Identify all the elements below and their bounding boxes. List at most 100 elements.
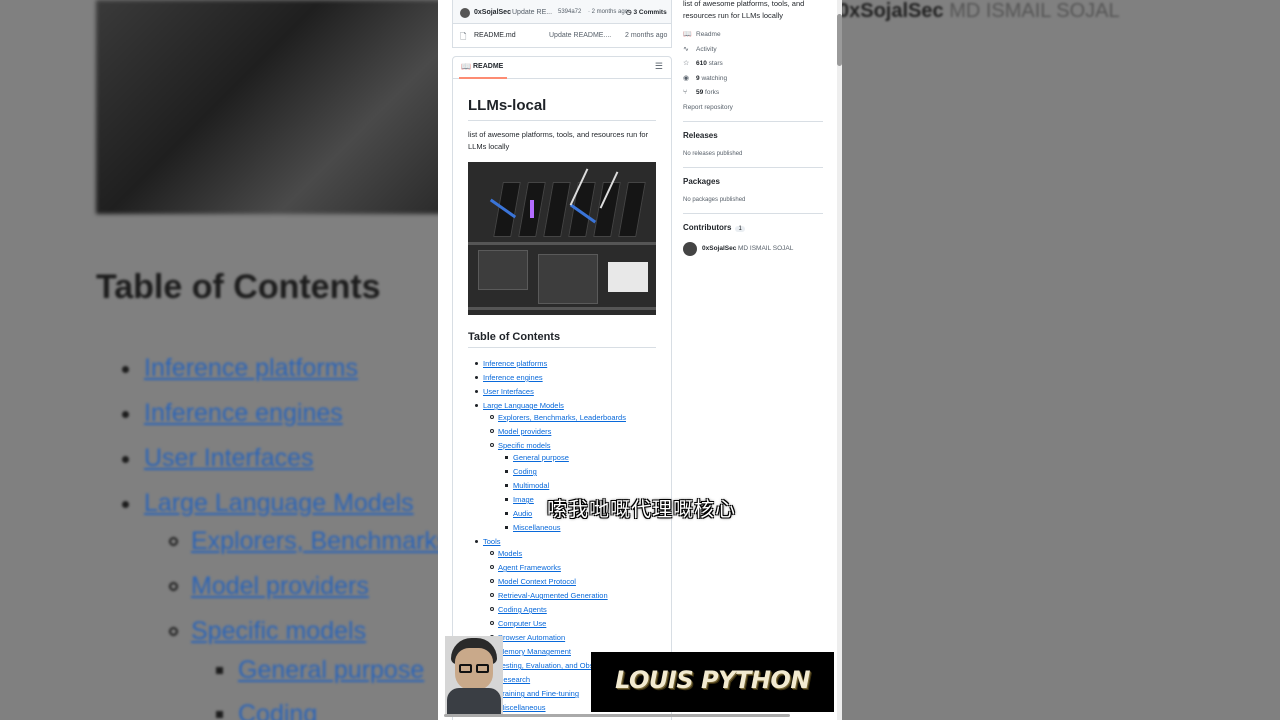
video-subtitle: 嗦我哋嘅代理嘅核心	[547, 497, 736, 521]
commit-avatar[interactable]	[460, 8, 470, 18]
contributor-username[interactable]: 0xSojalSec	[702, 245, 736, 252]
history-icon: ◷	[626, 9, 632, 16]
watching-link[interactable]: ◉ 9 watching	[683, 74, 727, 82]
presenter-avatar	[445, 636, 503, 714]
toc-link[interactable]: Coding	[505, 467, 537, 476]
toc-link-label: Image	[513, 495, 534, 504]
toc-link[interactable]: Inference platforms	[475, 359, 547, 368]
book-icon: 📖	[683, 31, 692, 38]
forks-link[interactable]: ⑂ 59 forks	[683, 89, 719, 96]
toc-link-label: Large Language Models	[483, 401, 564, 410]
toc-link[interactable]: Retrieval-Augmented Generation	[490, 591, 608, 600]
backdrop-item: Explorers, Benchmarks,	[169, 527, 456, 556]
toc-link-label: Multimodal	[513, 481, 550, 490]
stars-link[interactable]: ☆ 610 stars	[683, 59, 723, 67]
backdrop-owner-name: MD ISMAIL SOJAL	[949, 0, 1120, 22]
commit-author[interactable]: 0xSojalSec	[474, 9, 511, 16]
readme-tab-bar: 📖 README ☰	[453, 57, 671, 79]
backdrop-item: Large Language Models	[122, 489, 414, 518]
contributor-avatar[interactable]	[683, 242, 697, 256]
rack-shelf	[468, 242, 656, 245]
releases-heading[interactable]: Releases	[683, 131, 718, 140]
toc-link[interactable]: Coding Agents	[490, 605, 547, 614]
toc-link[interactable]: Audio	[505, 509, 532, 518]
toc-link-label: Training and Fine-tuning	[498, 689, 580, 698]
divider	[468, 347, 656, 348]
toc-link[interactable]: User Interfaces	[475, 387, 534, 396]
toc-link-label: Testing, Evaluation, and Obs	[498, 661, 594, 670]
commit-time: · 2 months ago	[588, 9, 629, 15]
toc-link-label: User Interfaces	[483, 387, 534, 396]
toc-link[interactable]: Agent Frameworks	[490, 563, 561, 572]
activity-link[interactable]: ∿ Activity	[683, 45, 717, 53]
commit-hash[interactable]: 5394a72	[558, 9, 581, 15]
toc-link[interactable]: General purpose	[505, 453, 569, 462]
pulse-icon: ∿	[683, 46, 689, 53]
scrollbar-thumb[interactable]	[837, 14, 842, 66]
divider	[468, 120, 656, 121]
power-supply	[608, 262, 648, 292]
fork-icon: ⑂	[683, 89, 688, 96]
toc-link[interactable]: Browser Automation	[490, 633, 566, 642]
toc-link[interactable]: Miscellaneous	[505, 523, 561, 532]
backdrop-photo	[96, 0, 446, 214]
tab-underline	[459, 77, 507, 79]
contributor-fullname: MD ISMAIL SOJAL	[738, 245, 794, 252]
readme-image[interactable]	[468, 162, 656, 315]
toc-link-label: Agent Frameworks	[498, 563, 561, 572]
stars-label: stars	[708, 60, 723, 67]
toc-link[interactable]: Computer Use	[490, 619, 546, 628]
toc-link-label: Browser Automation	[498, 633, 566, 642]
star-icon: ☆	[683, 60, 690, 67]
power-supply	[538, 254, 598, 304]
backdrop-item: General purpose	[216, 656, 425, 685]
packages-heading[interactable]: Packages	[683, 177, 720, 186]
toc-link[interactable]: Image	[505, 495, 534, 504]
backdrop-item: Coding	[216, 700, 317, 720]
file-row[interactable]: 🗋 README.md Update README.... 2 months a…	[452, 24, 672, 48]
packages-empty: No packages published	[683, 197, 746, 203]
backdrop-item-label: Inference platforms	[144, 354, 358, 382]
vertical-scrollbar[interactable]	[837, 0, 842, 720]
github-repo-page: 0xSojalSec Update RE... 5394a72 · 2 mont…	[438, 0, 842, 720]
avatar-body	[447, 688, 501, 714]
file-commit-message[interactable]: Update README....	[549, 32, 611, 39]
toc-link[interactable]: Models	[490, 549, 522, 558]
channel-logo-text: LOUIS PYTHON	[615, 666, 810, 694]
power-supply	[478, 250, 528, 290]
readme-link[interactable]: 📖 Readme	[683, 30, 721, 38]
commit-message[interactable]: Update RE...	[512, 9, 552, 16]
toc-link[interactable]: Model Context Protocol	[490, 577, 576, 586]
backdrop-item: Model providers	[169, 572, 369, 601]
toc-link[interactable]: Memory Management	[490, 647, 571, 656]
readme-link-label: Readme	[696, 31, 721, 38]
toc-link[interactable]: Large Language Models	[475, 401, 564, 410]
backdrop-item-label: User Interfaces	[144, 444, 314, 472]
horizontal-scrollbar[interactable]	[444, 714, 790, 717]
outline-icon[interactable]: ☰	[655, 61, 663, 72]
file-name[interactable]: README.md	[474, 32, 516, 39]
report-repository-link[interactable]: Report repository	[683, 104, 733, 111]
toc-link[interactable]: Multimodal	[505, 481, 550, 490]
toc-link-label: Explorers, Benchmarks, Leaderboards	[498, 413, 626, 422]
toc-link[interactable]: Model providers	[490, 427, 551, 436]
tab-readme[interactable]: README	[473, 63, 503, 70]
toc-link[interactable]: Tools	[475, 537, 501, 546]
toc-link[interactable]: Testing, Evaluation, and Obs	[490, 661, 594, 670]
toc-link[interactable]: Specific models	[490, 441, 551, 450]
gpu-card	[618, 182, 646, 237]
toc-link-label: Inference engines	[483, 373, 543, 382]
contributors-heading[interactable]: Contributors 1	[683, 223, 745, 232]
commits-link[interactable]: ◷ 3 Commits	[626, 8, 667, 16]
toc-link[interactable]: Inference engines	[475, 373, 543, 382]
toc-link[interactable]: Training and Fine-tuning	[490, 689, 580, 698]
backdrop-item: User Interfaces	[122, 444, 314, 473]
channel-logo: LOUIS PYTHON	[591, 652, 834, 712]
divider	[683, 213, 823, 214]
toc-link[interactable]: Explorers, Benchmarks, Leaderboards	[490, 413, 626, 422]
gpu-card	[568, 182, 596, 237]
eye-icon: ◉	[683, 75, 690, 82]
toc-link[interactable]: Miscellaneous	[490, 703, 546, 712]
backdrop-item-label: General purpose	[238, 656, 425, 684]
toc-link-label: Retrieval-Augmented Generation	[498, 591, 608, 600]
